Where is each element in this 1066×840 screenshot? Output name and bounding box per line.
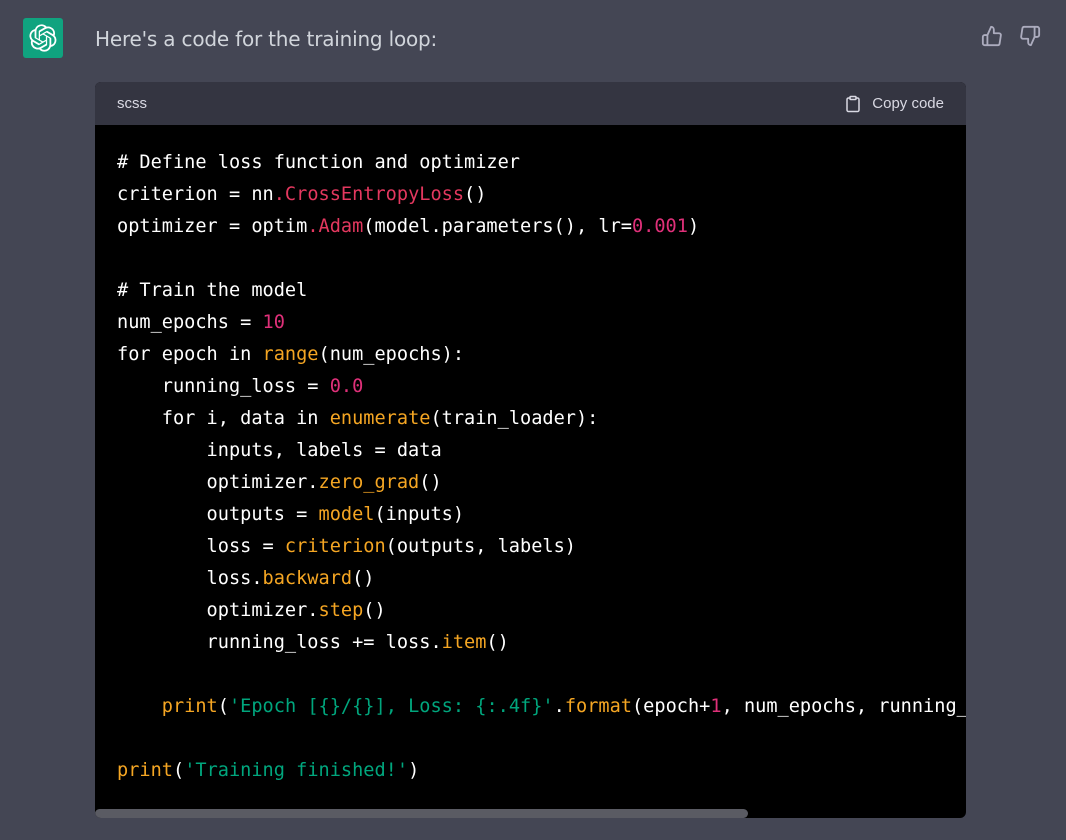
code-token: (model.parameters(), lr= xyxy=(363,216,632,237)
code-token: range xyxy=(262,344,319,365)
code-token: ) xyxy=(687,216,700,237)
code-token: ( xyxy=(217,696,229,717)
code-line: running_loss += loss.item() xyxy=(117,627,966,659)
code-token: optimizer = optim xyxy=(117,216,308,237)
code-token: num_epochs = xyxy=(117,312,263,333)
code-token: model xyxy=(318,504,375,525)
code-token: (train_loader): xyxy=(430,408,599,429)
code-token: inputs, labels = data xyxy=(117,440,442,461)
code-line: optimizer.zero_grad() xyxy=(117,467,966,499)
thumbs-down-button[interactable] xyxy=(1018,24,1042,48)
copy-code-label: Copy code xyxy=(872,95,944,112)
code-token: criterion xyxy=(284,536,386,557)
code-token: item xyxy=(441,632,487,653)
code-token: outputs = xyxy=(117,504,319,525)
assistant-avatar xyxy=(23,18,63,58)
code-token: step xyxy=(318,600,364,621)
code-token: enumerate xyxy=(329,408,431,429)
thumbs-up-icon xyxy=(981,25,1002,47)
code-token: () xyxy=(363,600,386,621)
message-intro-text: Here's a code for the training loop: xyxy=(95,27,438,51)
clipboard-icon xyxy=(846,95,861,112)
code-block: scss Copy code # Define loss function an… xyxy=(95,82,966,818)
code-line: for i, data in enumerate(train_loader): xyxy=(117,403,966,435)
code-token: (outputs, labels) xyxy=(385,536,576,557)
code-token: loss = xyxy=(117,536,285,557)
code-token: zero_grad xyxy=(318,472,420,493)
code-token: () xyxy=(419,472,442,493)
code-line: inputs, labels = data xyxy=(117,435,966,467)
code-token: , num_epochs, running_loss/ xyxy=(721,696,966,717)
code-token: 'Training finished!' xyxy=(184,760,409,781)
code-token: 0.001 xyxy=(631,216,688,237)
code-header: scss Copy code xyxy=(95,82,966,125)
code-token: print xyxy=(117,760,173,781)
code-line: running_loss = 0.0 xyxy=(117,371,966,403)
copy-code-button[interactable]: Copy code xyxy=(844,94,944,114)
thumbs-down-icon xyxy=(1020,25,1041,47)
code-line: num_epochs = 10 xyxy=(117,307,966,339)
feedback-buttons xyxy=(980,24,1042,48)
code-token: criterion = nn xyxy=(117,184,274,205)
code-line: optimizer = optim.Adam(model.parameters(… xyxy=(117,211,966,243)
code-token: (num_epochs): xyxy=(318,344,465,365)
horizontal-scrollbar[interactable] xyxy=(95,806,966,818)
code-content: # Define loss function and optimizer crit… xyxy=(95,125,966,787)
thumbs-up-button[interactable] xyxy=(980,24,1004,48)
code-token: 'Epoch [{}/{}], Loss: {:.4f}' xyxy=(228,696,554,717)
code-token: () xyxy=(486,632,509,653)
code-line: # Train the model xyxy=(117,275,966,307)
code-line: loss = criterion(outputs, labels) xyxy=(117,531,966,563)
code-line: outputs = model(inputs) xyxy=(117,499,966,531)
code-token: # Train the model xyxy=(117,280,308,301)
code-token: (epoch+ xyxy=(631,696,711,717)
code-token: print xyxy=(161,696,218,717)
code-token: 1 xyxy=(710,696,722,717)
code-token: . xyxy=(553,696,565,717)
code-line: loss.backward() xyxy=(117,563,966,595)
code-line: optimizer.step() xyxy=(117,595,966,627)
assistant-message: Here's a code for the training loop: scs… xyxy=(0,0,1066,840)
code-token: optimizer. xyxy=(117,600,319,621)
code-language-label: scss xyxy=(117,95,147,112)
code-token: ( xyxy=(172,760,185,781)
scrollbar-thumb[interactable] xyxy=(95,809,748,818)
code-token: for epoch in xyxy=(117,344,263,365)
code-body: # Define loss function and optimizer crit… xyxy=(95,125,966,805)
code-token: for i, data in xyxy=(117,408,330,429)
code-token: () xyxy=(352,568,375,589)
code-token: .CrossEntropyLoss xyxy=(273,184,465,205)
openai-logo-icon xyxy=(29,24,57,52)
code-token: optimizer. xyxy=(117,472,319,493)
code-token: () xyxy=(464,184,487,205)
code-token: .Adam xyxy=(307,216,364,237)
code-token: (inputs) xyxy=(374,504,465,525)
code-token: # Define loss function and optimizer xyxy=(117,152,520,173)
code-token: 10 xyxy=(262,312,285,333)
code-line: # Define loss function and optimizer xyxy=(117,147,966,179)
code-token: loss. xyxy=(117,568,263,589)
code-token: running_loss = xyxy=(117,376,330,397)
code-line: print('Epoch [{}/{}], Loss: {:.4f}'.form… xyxy=(117,691,966,723)
code-line: print('Training finished!') xyxy=(117,755,966,787)
code-line: criterion = nn.CrossEntropyLoss() xyxy=(117,179,966,211)
code-line: for epoch in range(num_epochs): xyxy=(117,339,966,371)
code-token: running_loss += loss. xyxy=(117,632,442,653)
code-token: ) xyxy=(408,760,420,781)
code-token: backward xyxy=(262,568,353,589)
code-token: format xyxy=(564,696,632,717)
code-token: 0.0 xyxy=(329,376,364,397)
